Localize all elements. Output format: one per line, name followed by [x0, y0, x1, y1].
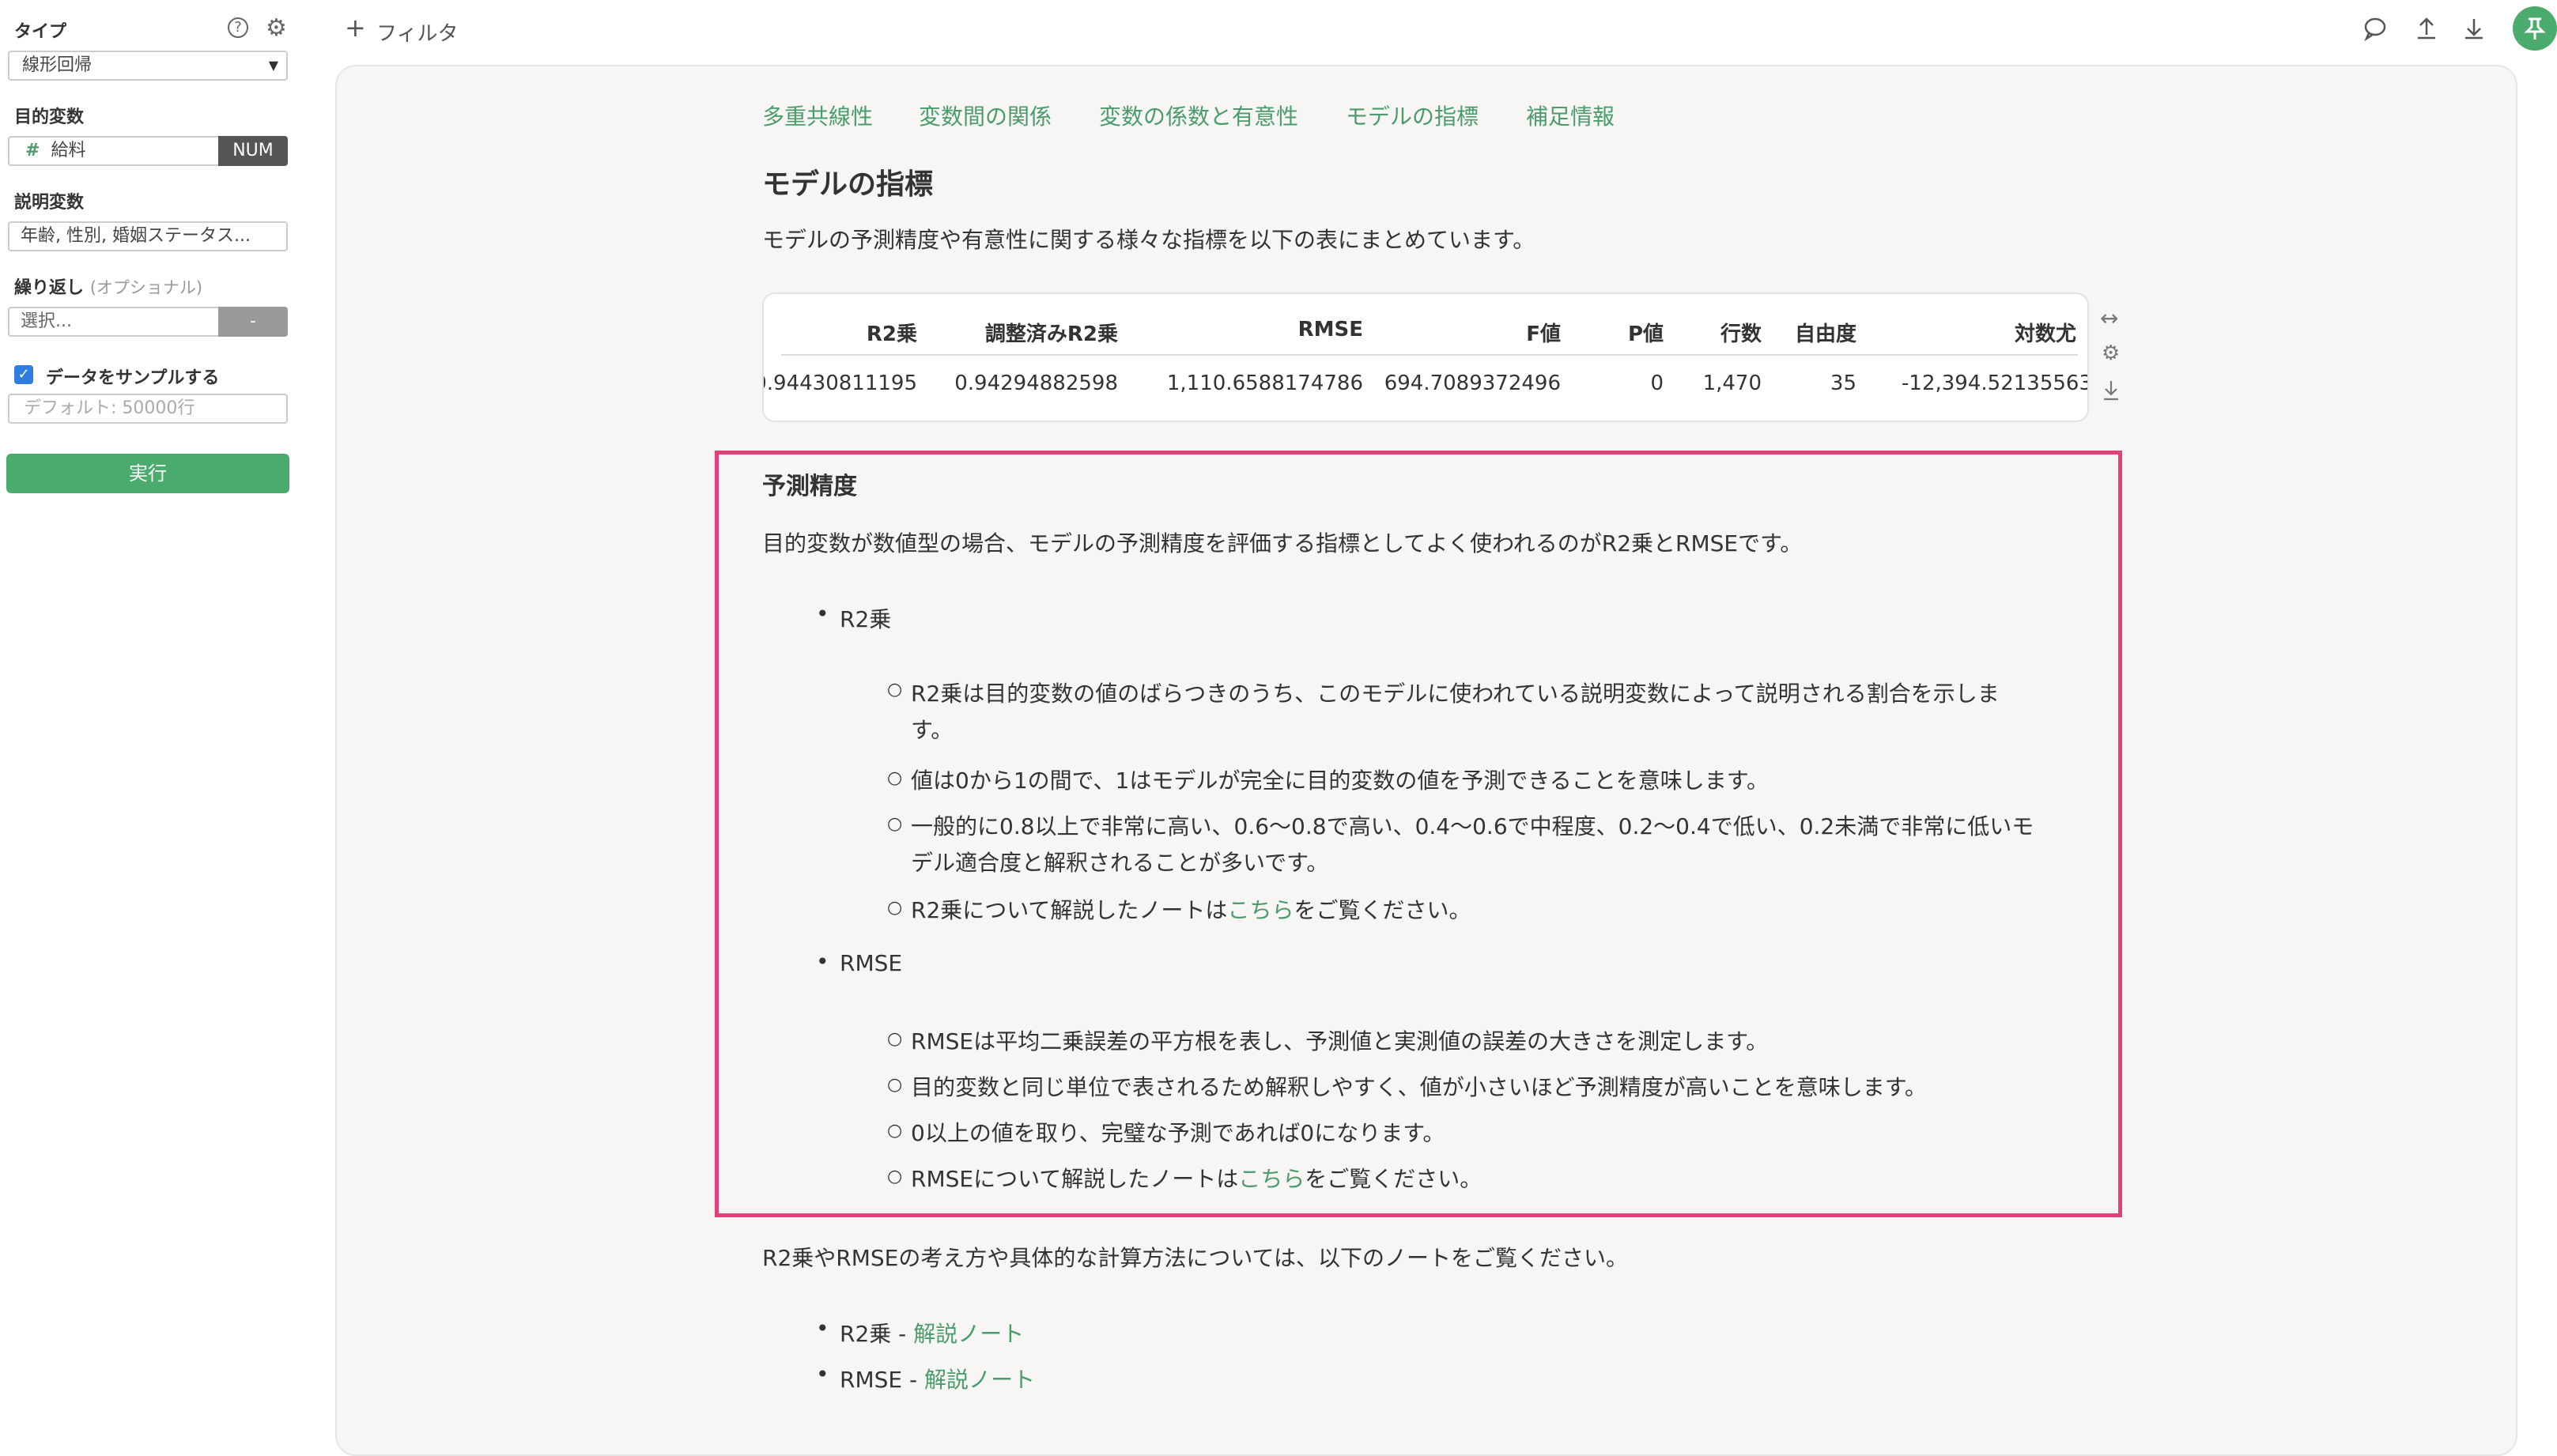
r2-label: R2乗: [840, 606, 892, 632]
table-cell: -12,394.52135563: [1902, 372, 2089, 395]
bullet-circle: ○: [887, 680, 903, 700]
bullet-circle: ○: [887, 814, 903, 834]
upload-icon[interactable]: [2415, 16, 2438, 47]
bullet-circle: ○: [887, 1167, 903, 1186]
r2-item-4-text: R2乗について解説したノートは: [911, 897, 1228, 923]
target-label: 目的変数: [14, 108, 85, 127]
run-button[interactable]: 実行: [6, 454, 289, 493]
r2-item-1: R2乗は目的変数の値のばらつきのうち、このモデルに使われている説明変数によって説…: [911, 681, 2000, 707]
table-header: 行数: [1720, 323, 1762, 346]
bullet-circle: ○: [887, 1029, 903, 1049]
table-header: P値: [1627, 323, 1664, 346]
bullet-circle: ○: [887, 898, 903, 918]
footer-rmse-item: RMSE - 解説ノート: [840, 1363, 1035, 1394]
type-select-value: 線形回帰: [22, 55, 93, 75]
metrics-table: R2乗 調整済みR2乗 RMSE F値 P値 行数 自由度 対数尤 0.9443…: [762, 292, 2089, 422]
table-download-icon[interactable]: [2102, 379, 2121, 405]
table-header: R2乗: [866, 323, 917, 346]
rmse-item-4: RMSEについて解説したノートはこちらをご覧ください。: [911, 1162, 1482, 1194]
tab-supplementary[interactable]: 補足情報: [1526, 100, 1615, 131]
target-field[interactable]: # 給料: [8, 136, 220, 166]
repeat-optional-text: (オプショナル): [89, 278, 203, 297]
table-divider: [781, 354, 2078, 356]
repeat-select[interactable]: 選択...: [8, 307, 220, 337]
bullet-disc: •: [816, 1361, 829, 1387]
rmse-item-4-text: RMSEについて解説したノートは: [911, 1166, 1239, 1192]
num-badge: NUM: [218, 136, 288, 166]
download-icon[interactable]: [2462, 16, 2486, 47]
comment-icon[interactable]: [2362, 16, 2388, 47]
footer-rmse-text: RMSE -: [840, 1367, 924, 1393]
table-cell: 35: [1830, 372, 1856, 395]
footer-r2-text: R2乗 -: [840, 1321, 914, 1347]
section-intro: モデルの予測精度や有意性に関する様々な指標を以下の表にまとめています。: [762, 227, 1535, 253]
table-cell: 1,470: [1702, 372, 1762, 395]
sidebar: タイプ ? ⚙ 線形回帰 ▼ 目的変数 # 給料 NUM 説明変数 年齢, 性別,…: [0, 0, 304, 1410]
bullet-disc: •: [816, 601, 829, 627]
explanatory-label: 説明変数: [14, 193, 85, 213]
section-title: モデルの指標: [762, 168, 934, 201]
sample-label: データをサンプルする: [46, 368, 220, 388]
repeat-clear-button[interactable]: -: [218, 307, 288, 337]
expand-icon[interactable]: ↔: [2100, 305, 2118, 331]
table-cell: 0.94294882598: [954, 372, 1118, 395]
r2-explanation-link[interactable]: 解説ノート: [913, 1321, 1024, 1347]
sample-size-input[interactable]: デフォルト: 50000行: [8, 394, 288, 424]
table-cell: 694.7089372496: [1384, 372, 1561, 395]
repeat-label-text: 繰り返し: [14, 278, 85, 298]
bullet-circle: ○: [887, 1121, 903, 1141]
r2-item-3: 一般的に0.8以上で非常に高い、0.6〜0.8で高い、0.4〜0.6で中程度、0…: [911, 813, 2034, 839]
r2-item-1-cont: す。: [911, 717, 954, 743]
r2-item-3-cont: デル適合度と解釈されることが多いです。: [911, 850, 1329, 876]
r2-note-link[interactable]: こちら: [1227, 897, 1294, 923]
tab-coefficients[interactable]: 変数の係数と有意性: [1099, 100, 1298, 131]
filter-button[interactable]: フィルタ: [376, 17, 458, 47]
accuracy-intro: 目的変数が数値型の場合、モデルの予測精度を評価する指標としてよく使われるのがR2…: [762, 530, 1803, 556]
table-header: 調整済みR2乗: [984, 323, 1118, 346]
rmse-item-2: 目的変数と同じ単位で表されるため解釈しやすく、値が小さいほど予測精度が高いことを…: [911, 1074, 1927, 1100]
chevron-down-icon: ▼: [268, 58, 278, 73]
table-header: RMSE: [1297, 318, 1363, 341]
type-label: タイプ: [14, 22, 67, 42]
rmse-note-link[interactable]: こちら: [1238, 1166, 1305, 1192]
bullet-disc: •: [816, 949, 829, 975]
plus-icon[interactable]: +: [345, 13, 366, 43]
bullet-disc: •: [816, 1315, 829, 1341]
type-select[interactable]: 線形回帰 ▼: [8, 51, 288, 81]
tab-model-metrics[interactable]: モデルの指標: [1346, 100, 1479, 131]
table-cell: 0: [1650, 372, 1664, 395]
footer-r2-item: R2乗 - 解説ノート: [840, 1317, 1024, 1348]
table-cell: 0.94430811195: [762, 372, 917, 395]
bullet-circle: ○: [887, 1075, 903, 1095]
r2-item-4: R2乗について解説したノートはこちらをご覧ください。: [911, 893, 1471, 925]
explanatory-field[interactable]: 年齢, 性別, 婚姻ステータス...: [8, 221, 288, 251]
rmse-item-4-suffix: をご覧ください。: [1305, 1166, 1482, 1192]
numeric-type-icon: #: [25, 141, 40, 160]
repeat-label: 繰り返し (オプショナル): [14, 273, 202, 299]
r2-item-2: 値は0から1の間で、1はモデルが完全に目的変数の値を予測できることを意味します。: [911, 768, 1769, 794]
rmse-item-1: RMSEは平均二乗誤差の平方根を表し、予測値と実測値の誤差の大きさを測定します。: [911, 1028, 1769, 1054]
tab-multicollinearity[interactable]: 多重共線性: [762, 100, 873, 131]
table-header: 自由度: [1794, 323, 1856, 346]
pin-icon[interactable]: [2513, 6, 2557, 51]
r2-item-4-suffix: をご覧ください。: [1294, 897, 1471, 923]
table-header: F値: [1526, 323, 1561, 346]
tab-variable-relations[interactable]: 変数間の関係: [919, 100, 1052, 131]
target-value: 給料: [51, 141, 86, 160]
gear-icon[interactable]: ⚙: [266, 14, 287, 42]
bullet-circle: ○: [887, 768, 903, 788]
rmse-label: RMSE: [840, 950, 903, 976]
accuracy-title: 予測精度: [762, 473, 857, 500]
footer-intro: R2乗やRMSEの考え方や具体的な計算方法については、以下のノートをご覧ください…: [762, 1245, 1628, 1271]
help-icon[interactable]: ?: [228, 17, 248, 38]
table-cell: 1,110.6588174786: [1166, 372, 1363, 395]
rmse-item-3: 0以上の値を取り、完璧な予測であれば0になります。: [911, 1120, 1445, 1146]
settings-icon[interactable]: ⚙: [2102, 341, 2120, 365]
sample-checkbox[interactable]: ✓: [14, 365, 33, 384]
rmse-explanation-link[interactable]: 解説ノート: [924, 1367, 1035, 1393]
table-header: 対数尤: [2014, 323, 2076, 346]
